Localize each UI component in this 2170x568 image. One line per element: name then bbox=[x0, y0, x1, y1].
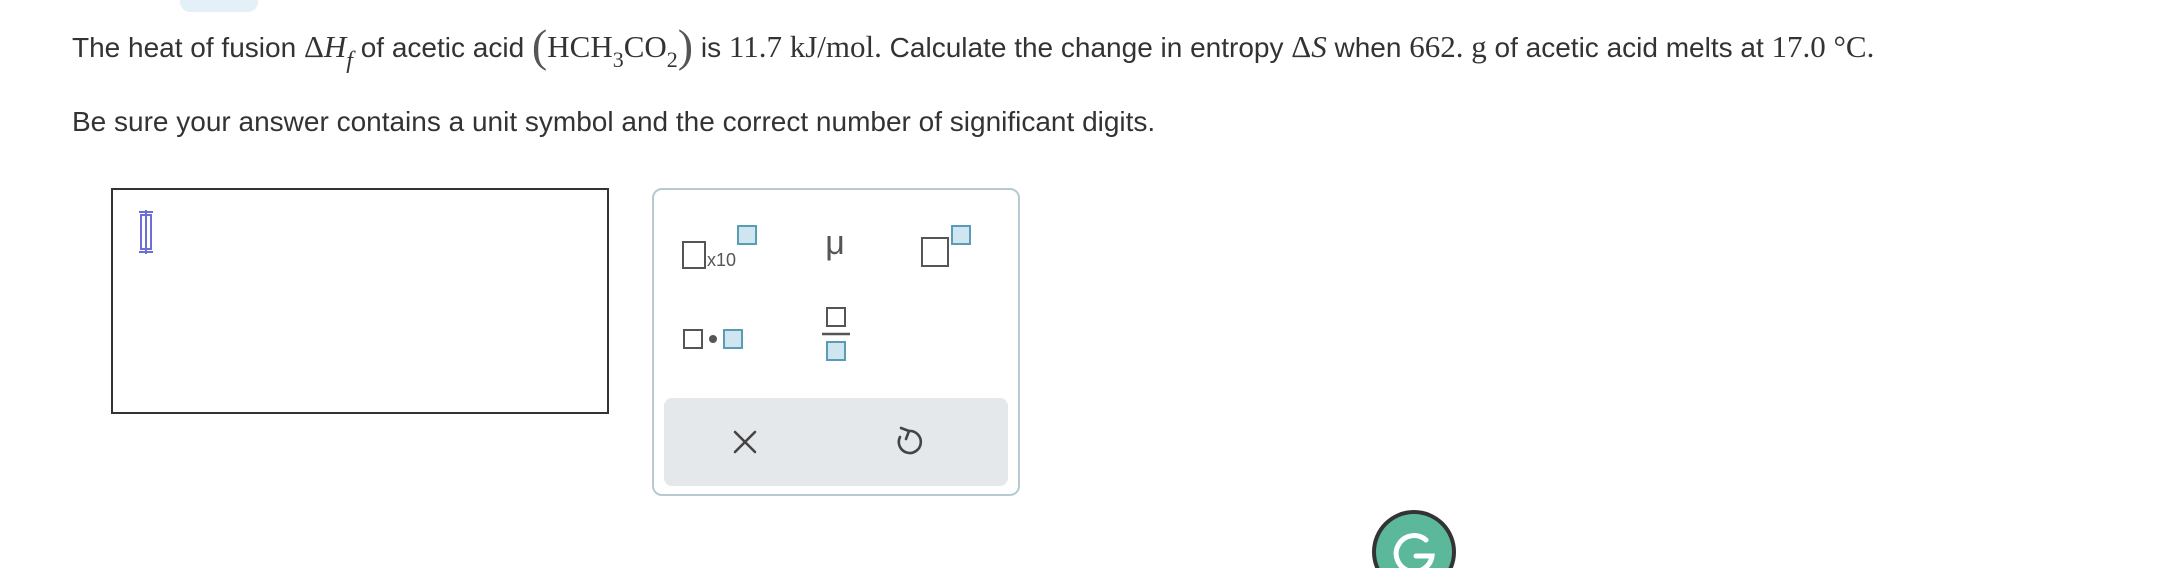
formula-part: HCH bbox=[547, 29, 613, 64]
x10-label: x10 bbox=[707, 250, 736, 270]
close-paren: ) bbox=[677, 20, 694, 71]
question-text: The heat of fusion ΔHf of acetic acid (H… bbox=[72, 18, 1875, 75]
open-paren: ( bbox=[531, 20, 548, 71]
micro-symbol: μ bbox=[825, 224, 845, 262]
superscript-button[interactable] bbox=[912, 208, 1002, 278]
undo-button[interactable] bbox=[864, 407, 954, 477]
micro-prefix-button[interactable]: μ bbox=[790, 208, 880, 278]
question-part: Calculate the change in entropy bbox=[881, 32, 1292, 63]
scientific-notation-button[interactable]: x10 bbox=[676, 208, 766, 278]
fraction-icon bbox=[822, 307, 850, 361]
formula-part: CO bbox=[623, 29, 667, 64]
formula-subscript: 2 bbox=[666, 47, 678, 72]
multiply-dot-icon bbox=[683, 329, 743, 349]
delta-symbol: Δ bbox=[303, 29, 324, 64]
answer-input[interactable] bbox=[111, 188, 609, 414]
undo-icon bbox=[897, 426, 923, 455]
question-part: when bbox=[1326, 32, 1410, 63]
temperature-value: 17.0 °C. bbox=[1771, 29, 1875, 64]
grammarly-icon bbox=[1376, 514, 1452, 568]
top-tab[interactable] bbox=[180, 0, 258, 12]
scientific-notation-icon: x10 bbox=[682, 225, 757, 270]
clear-icon bbox=[733, 430, 757, 454]
clear-button[interactable] bbox=[700, 407, 790, 477]
fraction-button[interactable] bbox=[790, 302, 880, 372]
text-cursor-icon bbox=[139, 210, 153, 254]
h-subscript: f bbox=[346, 48, 353, 74]
unit-palette: x10 μ bbox=[652, 188, 1020, 496]
s-variable: S bbox=[1311, 29, 1327, 64]
question-part: is bbox=[693, 32, 729, 63]
enthalpy-symbol: ΔHf bbox=[303, 29, 353, 74]
multiply-dot-button[interactable] bbox=[676, 302, 766, 372]
mass-value: 662. g bbox=[1409, 29, 1487, 64]
question-part: The heat of fusion bbox=[72, 32, 304, 63]
instruction-text: Be sure your answer contains a unit symb… bbox=[72, 106, 1156, 137]
delta-symbol: Δ bbox=[1291, 29, 1312, 64]
h-variable: H bbox=[323, 29, 347, 64]
entropy-symbol: ΔS bbox=[1291, 29, 1326, 64]
formula: HCH3CO2 bbox=[547, 29, 678, 72]
palette-footer bbox=[664, 398, 1008, 486]
grammarly-g-icon bbox=[1393, 533, 1435, 568]
formula-subscript: 3 bbox=[612, 47, 624, 72]
enthalpy-value: 11.7 kJ/mol. bbox=[728, 29, 882, 64]
superscript-icon bbox=[921, 225, 971, 267]
page: The heat of fusion ΔHf of acetic acid (H… bbox=[0, 0, 2170, 568]
question-part: of acetic acid bbox=[352, 32, 532, 63]
grammarly-button[interactable] bbox=[1372, 510, 1456, 568]
question-part: of acetic acid melts at bbox=[1486, 32, 1772, 63]
